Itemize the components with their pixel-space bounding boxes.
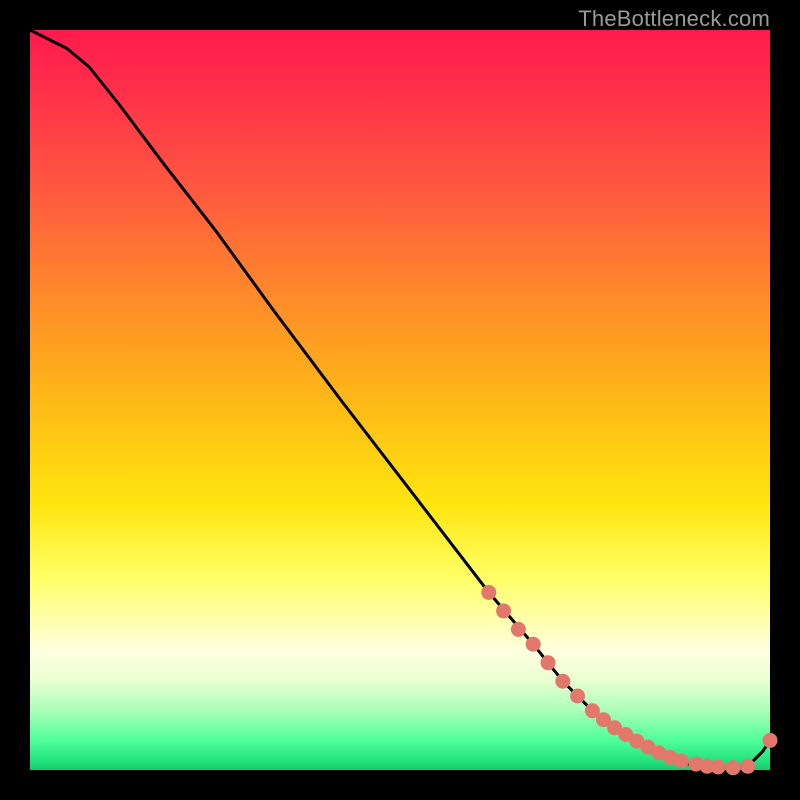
data-point [711, 760, 726, 775]
data-point [674, 754, 689, 769]
data-point [496, 603, 511, 618]
data-point [726, 760, 741, 775]
data-point [570, 689, 585, 704]
curve-layer [30, 30, 770, 770]
chart-container: TheBottleneck.com [0, 0, 800, 800]
plot-area [30, 30, 770, 770]
bottleneck-curve [30, 30, 770, 768]
data-point [740, 759, 755, 774]
data-point [526, 637, 541, 652]
data-point [763, 733, 778, 748]
data-point [555, 674, 570, 689]
data-point [541, 655, 556, 670]
watermark-text: TheBottleneck.com [578, 6, 770, 32]
data-point [511, 622, 526, 637]
data-point [481, 585, 496, 600]
